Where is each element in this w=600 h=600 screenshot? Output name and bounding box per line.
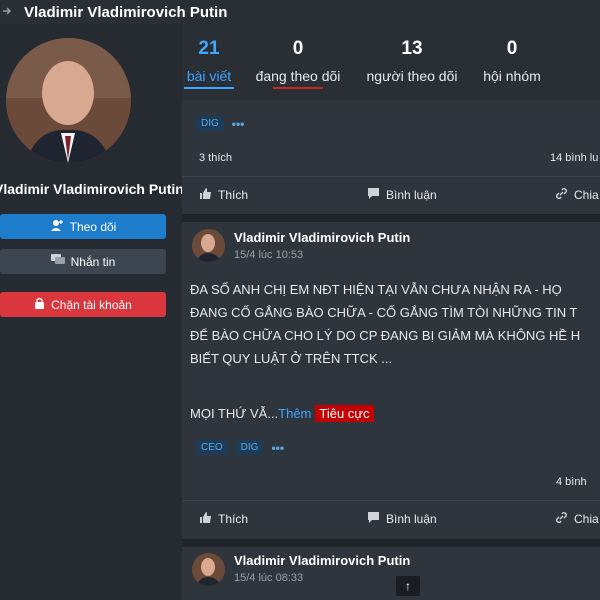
share-label: Chia — [574, 188, 599, 202]
tab-label: đang theo dõi — [255, 68, 341, 84]
lock-icon — [34, 297, 45, 312]
profile-tabs: 21 bài viết 0 đang theo dõi 13 người the… — [182, 24, 600, 96]
link-icon — [555, 511, 568, 527]
divider — [182, 500, 600, 501]
tab-count: 21 — [198, 38, 220, 59]
comment-label: Bình luận — [386, 188, 437, 202]
tab-followers[interactable]: 13 người theo dõi — [359, 38, 465, 84]
tab-count: 0 — [292, 38, 304, 59]
sentiment-badge: Tiêu cực — [315, 405, 374, 422]
more-options-icon[interactable]: ••• — [232, 117, 245, 131]
tab-underline — [184, 87, 234, 89]
post-body: ĐA SỐ ANH CHỊ EM NĐT HIỆN TẠI VẪN CHƯA N… — [190, 278, 600, 370]
post-line: ĐA SỐ ANH CHỊ EM NĐT HIỆN TẠI VẪN CHƯA N… — [190, 282, 562, 297]
post-truncated-text: MỌI THỨ VẪ... — [190, 406, 279, 421]
like-label: Thích — [218, 188, 249, 202]
profile-sidebar: Vladimir Vladimirovich Putin Theo dõi Nh… — [0, 24, 182, 600]
more-options-icon[interactable]: ••• — [271, 441, 284, 455]
post-line: ĐỂ BÀO CHỮA CHO LÝ DO CP ĐANG BỊ GIẢM MÀ… — [190, 328, 581, 343]
stock-tag[interactable]: DIG — [196, 116, 224, 131]
like-count[interactable]: 3 thích — [199, 152, 232, 164]
tab-posts[interactable]: 21 bài viết — [184, 38, 234, 89]
arrow-right-icon[interactable] — [2, 5, 18, 19]
divider — [182, 176, 600, 177]
tab-underline — [273, 87, 323, 89]
post-more-row: MỌI THỨ VẪ... Thêm Tiêu cực — [190, 405, 374, 422]
follow-button[interactable]: Theo dõi — [0, 214, 166, 239]
post-card: DIG ••• 3 thích 14 bình lu Thích Bình lu… — [182, 100, 600, 214]
share-label: Chia — [574, 512, 599, 526]
chat-icon — [50, 254, 65, 269]
thumbs-up-icon — [199, 511, 212, 527]
follow-label: Theo dõi — [69, 219, 117, 234]
profile-name: Vladimir Vladimirovich Putin — [0, 181, 182, 197]
block-label: Chặn tài khoản — [51, 297, 132, 312]
comment-count[interactable]: 14 bình lu — [550, 152, 600, 164]
stock-tag[interactable]: CEO — [196, 440, 228, 455]
tag-list: CEO DIG ••• — [196, 440, 284, 455]
message-button[interactable]: Nhắn tin — [0, 249, 166, 274]
post-separator — [182, 214, 600, 222]
comment-icon — [367, 511, 380, 527]
tab-count: 13 — [401, 38, 423, 59]
post-card: Vladimir Vladimirovich Putin 15/4 lúc 08… — [182, 547, 600, 600]
post-author[interactable]: Vladimir Vladimirovich Putin — [234, 230, 410, 245]
post-line: BIẾT QUY LUẬT Ở TRÊN TTCK ... — [190, 351, 393, 366]
post-time[interactable]: 15/4 lúc 10:53 — [234, 249, 303, 261]
tab-following[interactable]: 0 đang theo dõi — [248, 38, 348, 89]
comment-icon — [367, 187, 380, 203]
post-card: Vladimir Vladimirovich Putin 15/4 lúc 10… — [182, 222, 600, 539]
message-label: Nhắn tin — [70, 254, 116, 269]
add-user-icon — [50, 219, 64, 234]
stock-tag[interactable]: DIG — [235, 440, 264, 455]
like-button[interactable]: Thích — [199, 511, 248, 527]
like-button[interactable]: Thích — [199, 187, 248, 203]
post-feed: DIG ••• 3 thích 14 bình lu Thích Bình lu… — [182, 100, 600, 600]
comment-label: Bình luận — [386, 512, 437, 526]
top-bar: Vladimir Vladimirovich Putin — [0, 0, 600, 24]
avatar[interactable] — [192, 229, 225, 262]
tab-count: 0 — [506, 38, 518, 59]
tab-label: người theo dõi — [366, 68, 458, 84]
post-line: ĐANG CỐ GẮNG BÀO CHỮA - CỐ GẮNG TÌM TÒI … — [190, 305, 578, 320]
comment-button[interactable]: Bình luận — [367, 187, 437, 203]
share-button[interactable]: Chia — [555, 187, 599, 203]
post-separator — [182, 539, 600, 547]
tab-groups[interactable]: 0 hội nhóm — [477, 38, 547, 84]
comment-count[interactable]: 4 bình — [556, 476, 600, 488]
block-account-button[interactable]: Chặn tài khoản — [0, 292, 166, 317]
share-button[interactable]: Chia — [555, 511, 599, 527]
scroll-to-top-button[interactable]: ↑ — [396, 576, 420, 596]
read-more-link[interactable]: Thêm — [278, 406, 311, 421]
post-time[interactable]: 15/4 lúc 08:33 — [234, 572, 303, 584]
tag-list: DIG ••• — [196, 116, 244, 131]
post-author[interactable]: Vladimir Vladimirovich Putin — [234, 553, 410, 568]
link-icon — [555, 187, 568, 203]
comment-button[interactable]: Bình luận — [367, 511, 437, 527]
page-title: Vladimir Vladimirovich Putin — [24, 3, 228, 21]
thumbs-up-icon — [199, 187, 212, 203]
avatar — [6, 38, 131, 163]
like-label: Thích — [218, 512, 249, 526]
arrow-up-icon: ↑ — [405, 579, 411, 593]
avatar[interactable] — [192, 553, 225, 586]
tab-label: hội nhóm — [483, 68, 541, 84]
tab-label: bài viết — [186, 68, 232, 84]
